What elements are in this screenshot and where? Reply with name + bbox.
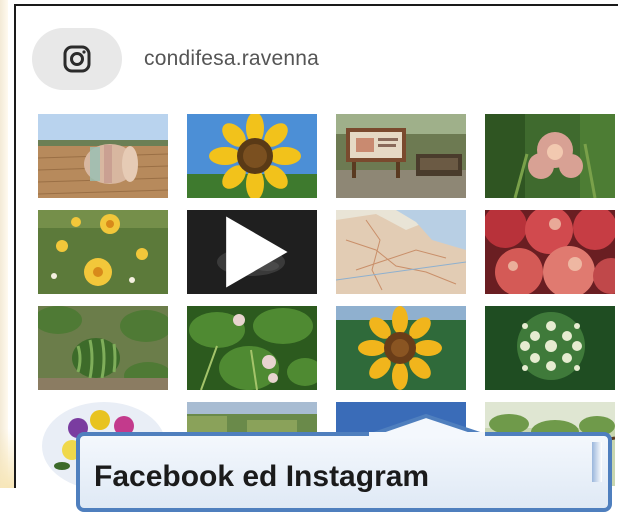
profile-header: condifesa.ravenna: [32, 28, 319, 90]
sunflower-image: [187, 114, 317, 198]
post-thumbnail[interactable]: [38, 210, 168, 294]
post-grid: [38, 114, 615, 486]
slide-edge: [0, 0, 8, 488]
post-thumbnail[interactable]: [38, 114, 168, 198]
watermelon-image: [38, 306, 168, 390]
profile-username[interactable]: condifesa.ravenna: [144, 47, 319, 71]
park-sign-image: [336, 114, 466, 198]
post-thumbnail[interactable]: [38, 306, 168, 390]
pink-flower-image: [485, 114, 615, 198]
post-thumbnail[interactable]: [187, 306, 317, 390]
white-umbel-flower-image: [485, 306, 615, 390]
callout-decoration: [592, 442, 602, 482]
callout-box: Facebook ed Instagram: [76, 432, 612, 512]
sunflower-image: [336, 306, 466, 390]
map-image: [336, 210, 466, 294]
post-thumbnail[interactable]: [336, 210, 466, 294]
post-thumbnail[interactable]: [336, 306, 466, 390]
post-thumbnail-video[interactable]: [187, 210, 317, 294]
bean-plants-image: [187, 306, 317, 390]
yellow-flowers-image: [38, 210, 168, 294]
apples-image: [485, 210, 615, 294]
profile-avatar[interactable]: [32, 28, 122, 90]
instagram-icon: [63, 45, 91, 73]
post-thumbnail[interactable]: [485, 306, 615, 390]
callout-title: Facebook ed Instagram: [94, 460, 430, 493]
callout-pointer-joint: [369, 432, 485, 438]
post-thumbnail[interactable]: [485, 210, 615, 294]
play-icon: [226, 216, 288, 288]
post-thumbnail[interactable]: [336, 114, 466, 198]
hay-bale-image: [38, 114, 168, 198]
post-thumbnail[interactable]: [187, 114, 317, 198]
instagram-profile-screenshot: condifesa.ravenna: [14, 4, 618, 488]
post-thumbnail[interactable]: [485, 114, 615, 198]
